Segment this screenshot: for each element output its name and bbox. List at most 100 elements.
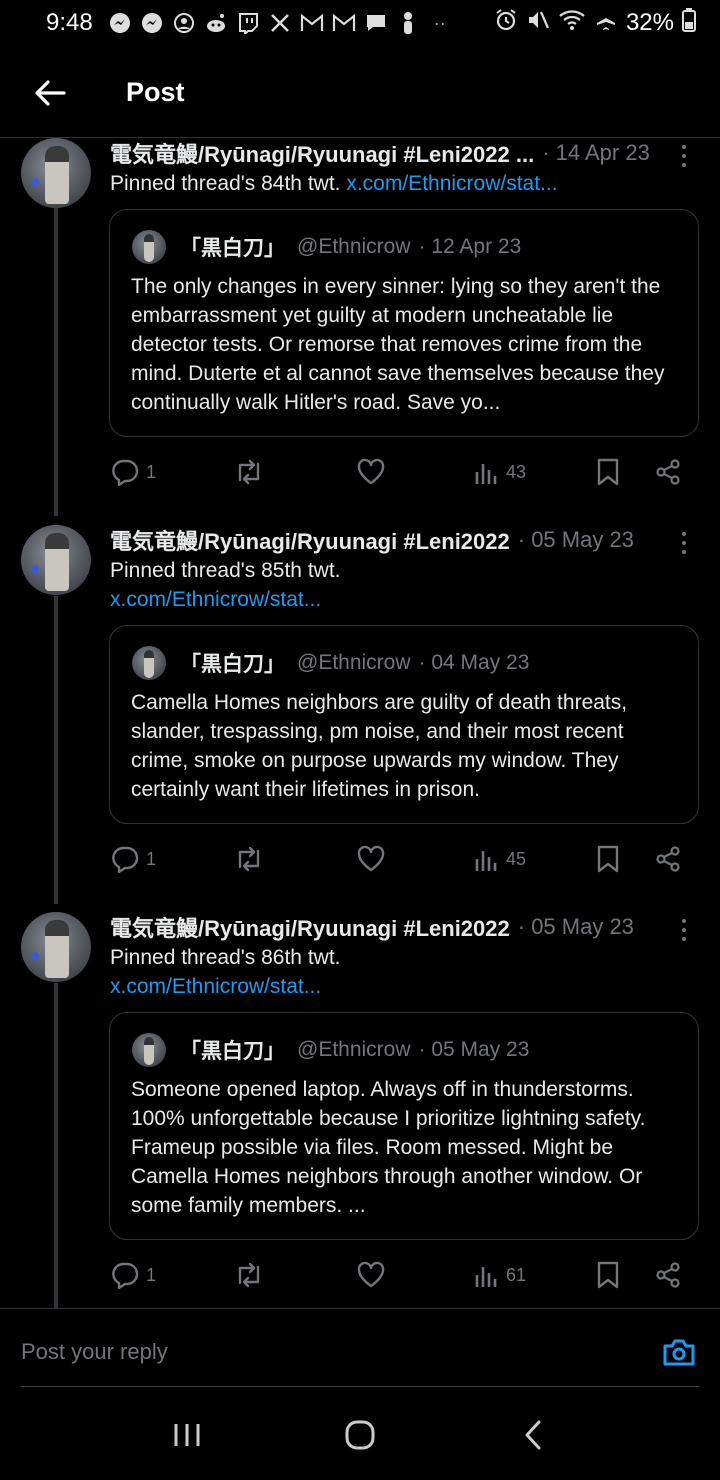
share-button[interactable] — [654, 1257, 682, 1293]
tweet-header: 電気竜鰻/Ryūnagi/Ryuunagi #Leni2022 · 05 May… — [110, 525, 700, 555]
views-icon — [475, 464, 497, 484]
messenger-icon — [107, 10, 133, 36]
quoted-handle: @Ethnicrow — [297, 1038, 411, 1061]
tweet-actions: 1 61 — [110, 1257, 690, 1293]
alarm-icon — [494, 8, 518, 39]
repost-icon — [238, 846, 260, 872]
tweet-header: 電気竜鰻/Ryūnagi/Ryuunagi #Leni2022 · 05 May… — [110, 912, 700, 942]
avatar[interactable] — [21, 525, 91, 595]
page-title: Post — [126, 77, 185, 107]
quoted-tweet-text: Camella Homes neighbors are guilty of de… — [131, 691, 628, 801]
tweet-date: · 05 May 23 — [517, 914, 634, 939]
reply-button[interactable]: 1 — [110, 454, 156, 490]
reply-icon — [112, 459, 139, 486]
like-button[interactable] — [356, 454, 386, 490]
more-options-button[interactable] — [674, 529, 694, 557]
quoted-tweet-text: The only changes in every sinner: lying … — [131, 275, 665, 414]
account-icon — [171, 10, 197, 36]
reply-count: 1 — [146, 848, 157, 869]
quoted-date: · 12 Apr 23 — [418, 235, 522, 258]
reply-input[interactable] — [21, 1339, 581, 1365]
notification-icons: ·· — [107, 10, 453, 36]
quoted-handle: @Ethnicrow — [297, 651, 411, 674]
airplane-icon — [594, 8, 618, 39]
author-name[interactable]: 電気竜鰻/Ryūnagi/Ryuunagi #Leni2022 — [110, 524, 510, 556]
tweet-link[interactable]: x.com/Ethnicrow/stat... — [110, 585, 690, 614]
thread-feed[interactable]: 電気竜鰻/Ryūnagi/Ryuunagi #Leni2022 ... · 14… — [0, 138, 720, 1308]
like-button[interactable] — [356, 841, 386, 877]
top-app-bar: Post — [0, 48, 720, 138]
back-button[interactable] — [20, 63, 80, 123]
system-back-button[interactable] — [503, 1405, 563, 1465]
share-button[interactable] — [654, 841, 682, 877]
chevron-left-icon — [525, 1420, 541, 1450]
bookmark-icon — [597, 845, 619, 873]
quoted-date: · 04 May 23 — [418, 651, 530, 674]
thread-connector-line — [54, 596, 58, 904]
quoted-tweet-header: 「黒白刀」 @Ethnicrow · 05 May 23 — [132, 1033, 529, 1067]
bookmark-icon — [597, 1261, 619, 1289]
views-button[interactable]: 61 — [474, 1257, 526, 1293]
more-options-button[interactable] — [674, 142, 694, 170]
reply-icon — [112, 1262, 139, 1289]
repost-button[interactable] — [232, 1257, 266, 1293]
author-name[interactable]: 電気竜鰻/Ryūnagi/Ryuunagi #Leni2022 — [110, 911, 510, 943]
quoted-author-name: 「黒白刀」 — [180, 1040, 285, 1063]
quoted-avatar — [132, 230, 166, 264]
tweet-text: Pinned thread's 84th twt. x.com/Ethnicro… — [110, 169, 690, 198]
quoted-tweet[interactable]: 「黒白刀」 @Ethnicrow · 12 Apr 23 The only ch… — [109, 209, 699, 437]
status-time: 9:48 — [46, 9, 93, 36]
avatar[interactable] — [21, 912, 91, 982]
quoted-tweet[interactable]: 「黒白刀」 @Ethnicrow · 05 May 23 Someone ope… — [109, 1012, 699, 1240]
recent-apps-button[interactable] — [157, 1405, 217, 1465]
reply-icon — [112, 846, 139, 873]
quoted-author-name: 「黒白刀」 — [180, 653, 285, 676]
views-button[interactable]: 45 — [474, 841, 526, 877]
share-icon — [656, 846, 680, 872]
avatar[interactable] — [21, 138, 91, 208]
quoted-date: · 05 May 23 — [418, 1038, 530, 1061]
home-icon — [345, 1420, 375, 1450]
share-icon — [656, 1262, 680, 1288]
views-icon — [475, 851, 497, 871]
quoted-tweet[interactable]: 「黒白刀」 @Ethnicrow · 04 May 23 Camella Hom… — [109, 625, 699, 824]
quoted-handle: @Ethnicrow — [297, 235, 411, 258]
bookmark-button[interactable] — [596, 1257, 620, 1293]
reply-button[interactable]: 1 — [110, 841, 156, 877]
camera-button[interactable] — [662, 1337, 696, 1367]
bookmark-button[interactable] — [596, 841, 620, 877]
battery-level: 32% — [625, 9, 674, 36]
quoted-tweet-header: 「黒白刀」 @Ethnicrow · 12 Apr 23 — [132, 230, 521, 264]
person-icon — [395, 10, 421, 36]
share-button[interactable] — [654, 454, 682, 490]
bookmark-icon — [597, 458, 619, 486]
thread-connector-line — [54, 208, 58, 516]
tweet-text-body: Pinned thread's 84th twt. — [110, 172, 341, 195]
repost-icon — [238, 459, 260, 485]
views-button[interactable]: 43 — [474, 454, 526, 490]
tweet-text-body: Pinned thread's 86th twt. — [110, 946, 341, 969]
wifi-icon — [558, 8, 586, 39]
heart-icon — [357, 845, 385, 872]
quoted-tweet-text: Someone opened laptop. Always off in thu… — [131, 1078, 646, 1217]
share-icon — [656, 459, 680, 485]
repost-button[interactable] — [232, 841, 266, 877]
tweet-link[interactable]: x.com/Ethnicrow/stat... — [110, 972, 690, 1001]
reply-button[interactable]: 1 — [110, 1257, 156, 1293]
bookmark-button[interactable] — [596, 454, 620, 490]
tweet-actions: 1 43 — [110, 454, 690, 490]
heart-icon — [357, 458, 385, 485]
repost-icon — [238, 1262, 260, 1288]
tweet-date: · 05 May 23 — [517, 527, 634, 552]
tweet-link[interactable]: x.com/Ethnicrow/stat... — [346, 172, 557, 195]
like-button[interactable] — [356, 1257, 386, 1293]
home-button[interactable] — [330, 1405, 390, 1465]
views-icon — [475, 1267, 497, 1287]
more-options-button[interactable] — [674, 916, 694, 944]
view-count: 43 — [506, 461, 527, 482]
author-name[interactable]: 電気竜鰻/Ryūnagi/Ryuunagi #Leni2022 ... — [110, 138, 534, 169]
view-count: 61 — [506, 1264, 527, 1285]
reply-divider — [21, 1386, 699, 1387]
messenger-icon — [139, 10, 165, 36]
repost-button[interactable] — [232, 454, 266, 490]
